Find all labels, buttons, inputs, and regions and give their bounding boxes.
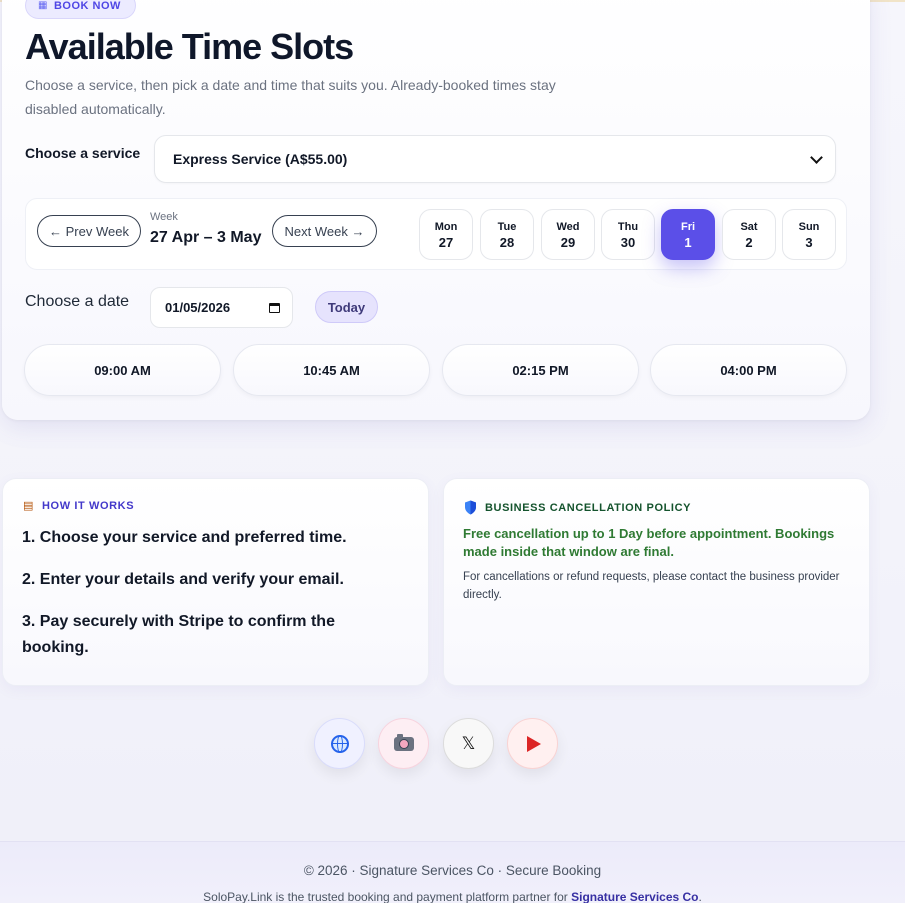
- footer-copyright: © 2026 · Signature Services Co · Secure …: [303, 863, 602, 878]
- day-button-wed[interactable]: Wed 29: [541, 209, 595, 260]
- week-range: 27 Apr – 3 May: [150, 229, 262, 246]
- date-value: 01/05/2026: [165, 300, 231, 315]
- camera-icon: [393, 733, 414, 751]
- service-label: Choose a service: [25, 145, 141, 161]
- step-item: 3. Pay securely with Stripe to confirm t…: [22, 613, 335, 656]
- how-it-works-heading: ▤ HOW IT WORKS: [23, 499, 135, 513]
- service-selected-value: Express Service (A$55.00): [173, 151, 348, 167]
- calendar-icon: ▦: [38, 0, 48, 11]
- week-caption: Week: [150, 211, 178, 223]
- day-date: 2: [745, 234, 753, 250]
- day-button-tue[interactable]: Tue 28: [480, 209, 534, 260]
- footer: © 2026 · Signature Services Co · Secure …: [0, 841, 905, 903]
- cancellation-policy-card: BUSINESS CANCELLATION POLICY Free cancel…: [443, 478, 870, 686]
- youtube-link[interactable]: [507, 718, 558, 769]
- step-item: 1. Choose your service and preferred tim…: [22, 529, 347, 546]
- date-label: Choose a date: [25, 293, 130, 310]
- day-date: 1: [684, 234, 692, 250]
- footer-partner-text: SoloPay.Link is the trusted booking and …: [203, 890, 572, 903]
- shield-icon: [465, 500, 476, 515]
- footer-partner-line: SoloPay.Link is the trusted booking and …: [0, 890, 905, 903]
- day-date: 3: [805, 234, 813, 250]
- day-button-mon[interactable]: Mon 27: [419, 209, 473, 260]
- day-date: 30: [620, 234, 636, 250]
- footer-business-link[interactable]: Signature Services Co: [571, 890, 698, 903]
- step-item: 2. Enter your details and verify your em…: [22, 571, 344, 588]
- day-name: Wed: [556, 220, 580, 233]
- today-button[interactable]: Today: [315, 291, 378, 323]
- instagram-link[interactable]: [378, 718, 429, 769]
- how-it-works-card: ▤ HOW IT WORKS 1. Choose your service an…: [2, 478, 429, 686]
- day-button-sun[interactable]: Sun 3: [782, 209, 836, 260]
- week-navigator: ← Prev Week Week 27 Apr – 3 May Next Wee…: [25, 198, 847, 270]
- policy-heading-text: BUSINESS CANCELLATION POLICY: [485, 501, 692, 514]
- day-name: Sun: [798, 220, 820, 233]
- time-slot-button[interactable]: 10:45 AM: [233, 344, 430, 396]
- day-button-thu[interactable]: Thu 30: [601, 209, 655, 260]
- next-week-button[interactable]: Next Week →: [272, 215, 377, 247]
- time-slot-button[interactable]: 09:00 AM: [24, 344, 221, 396]
- chevron-down-icon: [810, 150, 823, 164]
- badge-label: BOOK NOW: [53, 0, 121, 12]
- day-name: Sat: [740, 220, 758, 233]
- day-name: Mon: [434, 220, 458, 233]
- how-it-works-heading-text: HOW IT WORKS: [42, 499, 135, 512]
- page-title: Available Time Slots: [25, 26, 354, 67]
- time-slot-button[interactable]: 04:00 PM: [650, 344, 847, 396]
- x-icon: 𝕏: [461, 733, 476, 753]
- calendar-picker-icon[interactable]: [269, 302, 280, 313]
- time-slot-button[interactable]: 02:15 PM: [442, 344, 639, 396]
- day-name: Fri: [680, 220, 696, 233]
- day-button-fri[interactable]: Fri 1: [661, 209, 715, 260]
- website-link[interactable]: [314, 718, 365, 769]
- footer-period: .: [698, 890, 702, 903]
- date-input[interactable]: 01/05/2026: [150, 287, 293, 328]
- policy-heading: BUSINESS CANCELLATION POLICY: [464, 500, 691, 515]
- page-subtitle: Choose a service, then pick a date and t…: [25, 77, 556, 117]
- book-now-badge: ▦ BOOK NOW: [25, 0, 136, 19]
- day-date: 29: [560, 234, 576, 250]
- clipboard-icon: ▤: [23, 500, 34, 512]
- day-name: Tue: [497, 220, 517, 233]
- day-button-sat[interactable]: Sat 2: [722, 209, 776, 260]
- day-date: 28: [499, 234, 515, 250]
- policy-note: For cancellations or refund requests, pl…: [463, 571, 840, 601]
- globe-icon: [330, 734, 349, 753]
- policy-terms: Free cancellation up to 1 Day before app…: [463, 526, 835, 559]
- service-select[interactable]: Express Service (A$55.00): [154, 135, 836, 183]
- x-link[interactable]: 𝕏: [443, 718, 494, 769]
- play-icon: [527, 735, 541, 752]
- prev-week-button[interactable]: ← Prev Week: [37, 215, 141, 247]
- day-date: 27: [438, 234, 454, 250]
- day-name: Thu: [617, 220, 639, 233]
